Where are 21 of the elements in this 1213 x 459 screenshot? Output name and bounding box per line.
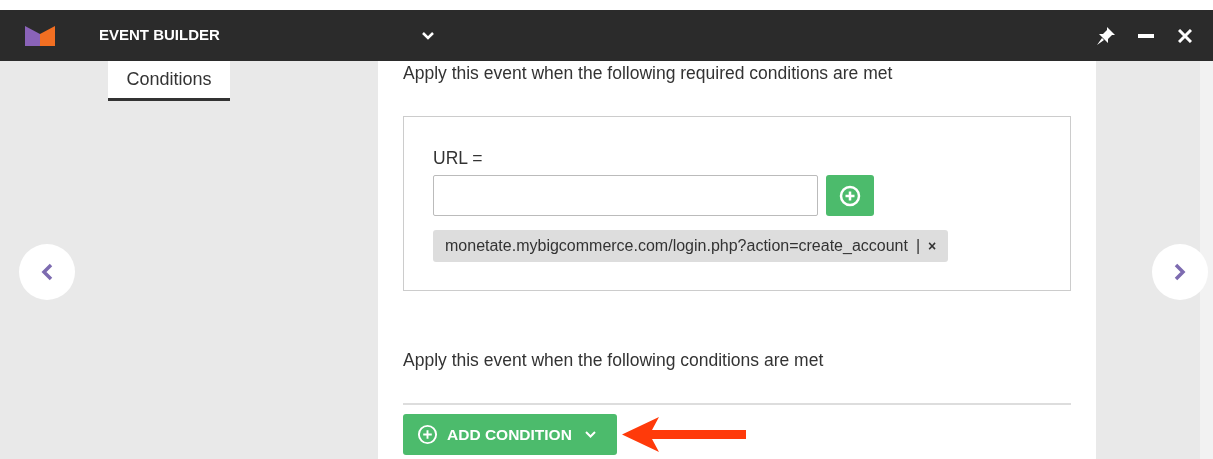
url-input[interactable] (433, 175, 818, 216)
chevron-right-icon (1174, 263, 1186, 281)
close-icon[interactable] (1178, 28, 1192, 43)
chevron-left-icon (41, 263, 53, 281)
remove-button[interactable]: × (928, 235, 937, 257)
separator: | (915, 236, 921, 256)
section-heading: Apply this event when the following conditions are met (403, 349, 825, 372)
plus-circle-icon (417, 424, 438, 445)
section-heading: Apply this event when the following required conditions are met (403, 62, 894, 85)
window-title: EVENT BUILDER (99, 25, 221, 46)
pin-icon[interactable] (1096, 25, 1116, 46)
chevron-down-icon (584, 431, 596, 438)
field-label: URL = (433, 147, 483, 169)
previous-button[interactable] (19, 244, 75, 300)
chip-text: monetate.mybigcommerce.com/login.php?action=create_account (445, 236, 908, 256)
tab[interactable]: Conditions (108, 61, 230, 101)
minimize-icon[interactable] (1138, 33, 1154, 38)
logo-icon (25, 25, 55, 46)
chevron-down-icon[interactable] (422, 31, 434, 40)
next-button[interactable] (1152, 244, 1208, 300)
plus-circle-icon (839, 184, 861, 207)
